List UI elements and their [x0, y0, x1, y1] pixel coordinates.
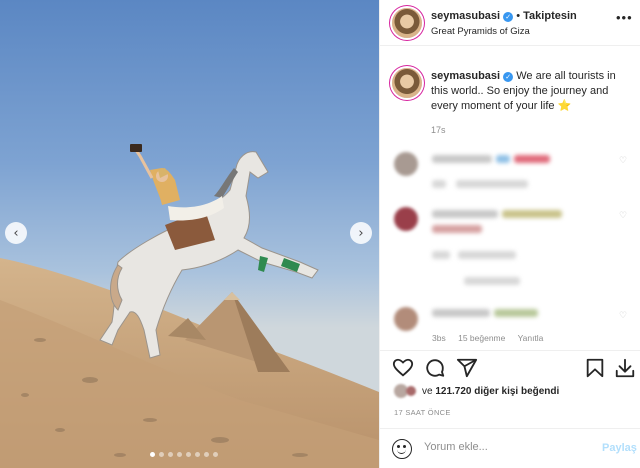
- blurred-text: [458, 251, 516, 259]
- post-comment-button[interactable]: Paylaş: [602, 442, 637, 454]
- verified-badge-icon: ✓: [503, 72, 514, 82]
- verified-badge-icon: ✓: [503, 12, 514, 22]
- username-link[interactable]: seymasubasi: [431, 70, 500, 82]
- comment-time: 3bs: [432, 333, 446, 343]
- likes-count[interactable]: 121.720: [435, 386, 471, 397]
- list-item: ♡: [380, 150, 640, 194]
- carousel-dot: [195, 452, 200, 457]
- carousel-prev-button[interactable]: ‹: [5, 222, 27, 244]
- location-link[interactable]: Great Pyramids of Giza: [431, 26, 530, 37]
- avatar[interactable]: [394, 207, 418, 231]
- carousel-dot: [159, 452, 164, 457]
- avatar[interactable]: [394, 307, 418, 331]
- bookmark-icon[interactable]: [584, 357, 606, 379]
- comment-composer: Paylaş: [380, 428, 640, 468]
- carousel-dot: [177, 452, 182, 457]
- separator-dot: •: [516, 10, 521, 22]
- likes-summary[interactable]: ve 121.720 diğer kişi beğendi: [394, 384, 559, 398]
- likes-suffix[interactable]: diğer kişi beğendi: [474, 386, 559, 397]
- carousel-dot: [168, 452, 173, 457]
- blurred-text: [514, 155, 550, 163]
- more-options-icon[interactable]: •••: [616, 10, 633, 25]
- username-link[interactable]: seymasubasi: [431, 10, 500, 22]
- blurred-text: [432, 225, 482, 233]
- comment-icon[interactable]: [424, 357, 446, 379]
- blurred-text: [464, 277, 520, 285]
- list-item: 3bs 15 beğenme Yanıtla ♡: [380, 305, 640, 349]
- share-icon[interactable]: [456, 357, 478, 379]
- photo-scene: [0, 144, 379, 468]
- liker-avatar: [406, 386, 416, 396]
- carousel-next-button[interactable]: ›: [350, 222, 372, 244]
- comment-likes-count[interactable]: 15 beğenme: [458, 333, 505, 343]
- blurred-text: [432, 251, 450, 259]
- post-side-panel: seymasubasi ✓ • Takiptesin Great Pyramid…: [379, 0, 640, 468]
- action-bar: [380, 350, 640, 386]
- caption-text-block: seymasubasi ✓ We are all tourists in thi…: [431, 69, 631, 114]
- carousel-dot: [150, 452, 155, 457]
- blurred-text: [432, 210, 498, 218]
- header-user-line: seymasubasi ✓ • Takiptesin: [431, 10, 577, 22]
- download-icon[interactable]: [614, 357, 636, 379]
- following-button[interactable]: Takiptesin: [523, 10, 577, 22]
- heart-icon[interactable]: [392, 357, 414, 379]
- list-item: ♡: [380, 205, 640, 285]
- post-timestamp[interactable]: 17 SAAT ÖNCE: [394, 408, 451, 417]
- carousel-dot: [186, 452, 191, 457]
- star-emoji: ⭐: [557, 100, 572, 112]
- blurred-text: [432, 180, 446, 188]
- reply-button[interactable]: Yanıtla: [518, 333, 544, 343]
- comment-like-icon[interactable]: ♡: [619, 311, 627, 321]
- blurred-text: [494, 309, 538, 317]
- likes-prefix: ve: [422, 385, 433, 397]
- blurred-text: [502, 210, 562, 218]
- avatar[interactable]: [394, 152, 418, 176]
- carousel-dot: [204, 452, 209, 457]
- avatar[interactable]: [392, 68, 422, 98]
- post-photo[interactable]: ‹ ›: [0, 0, 379, 468]
- carousel-dots: [150, 452, 218, 457]
- blurred-text: [456, 180, 528, 188]
- comment-like-icon[interactable]: ♡: [619, 156, 627, 166]
- caption-timestamp: 17s: [431, 125, 446, 135]
- carousel-dot: [213, 452, 218, 457]
- post-header: seymasubasi ✓ • Takiptesin Great Pyramid…: [380, 0, 640, 46]
- comment-input[interactable]: [424, 441, 584, 453]
- emoji-icon[interactable]: [392, 439, 412, 459]
- avatar[interactable]: [392, 8, 422, 38]
- comment-like-icon[interactable]: ♡: [619, 211, 627, 221]
- blurred-text: [432, 155, 492, 163]
- comment-meta: 3bs 15 beğenme Yanıtla: [432, 333, 553, 343]
- blurred-text: [496, 155, 510, 163]
- blurred-text: [432, 309, 490, 317]
